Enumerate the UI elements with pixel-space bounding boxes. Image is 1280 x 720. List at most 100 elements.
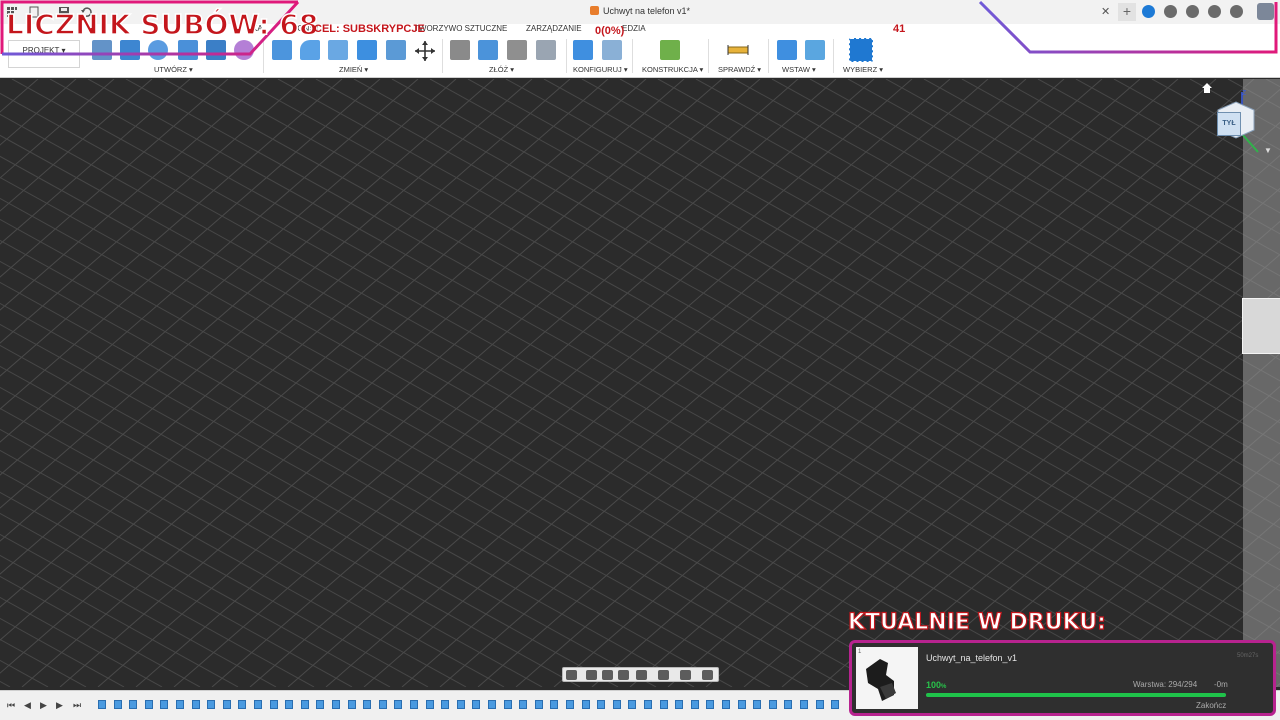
timeline-feature-icon[interactable] — [519, 700, 528, 709]
canvas-viewport[interactable] — [0, 79, 1280, 687]
timeline-feature-icon[interactable] — [597, 700, 606, 709]
timeline-feature-icon[interactable] — [347, 700, 356, 709]
chamfer-icon[interactable] — [328, 40, 348, 60]
form-tool-icon[interactable] — [234, 40, 254, 60]
timeline-feature-icon[interactable] — [285, 700, 294, 709]
viewports-icon[interactable] — [702, 670, 713, 680]
timeline-feature-icon[interactable] — [628, 700, 637, 709]
timeline-feature-icon[interactable] — [831, 700, 840, 709]
measure-icon[interactable] — [727, 44, 749, 56]
timeline-prev-icon[interactable]: ◀ — [24, 700, 31, 711]
timeline-feature-icon[interactable] — [144, 700, 153, 709]
extensions-icon[interactable] — [1142, 5, 1155, 18]
timeline-next-icon[interactable]: ▶ — [56, 700, 63, 711]
group-configure[interactable]: KONFIGURUJ ▾ — [573, 65, 628, 74]
viewcube-menu-icon[interactable]: ▼ — [1264, 146, 1272, 155]
shell-icon[interactable] — [357, 40, 377, 60]
workspace-switcher[interactable]: PROJEKT ▾ — [8, 40, 80, 68]
timeline-feature-icon[interactable] — [784, 700, 793, 709]
insert-image-icon[interactable] — [805, 40, 825, 60]
timeline-feature-icon[interactable] — [753, 700, 762, 709]
tab-tools[interactable]: EDZIA — [622, 24, 646, 33]
hole-tool-icon[interactable] — [178, 40, 198, 60]
orbit-icon[interactable] — [566, 670, 577, 680]
timeline-feature-icon[interactable] — [269, 700, 278, 709]
timeline-feature-icon[interactable] — [659, 700, 668, 709]
fit-icon[interactable] — [636, 670, 647, 680]
timeline-start-icon[interactable]: ⏮ — [7, 700, 15, 711]
timeline-feature-icon[interactable] — [722, 700, 730, 709]
timeline-feature-icon[interactable] — [706, 700, 715, 709]
extrude-tool-icon[interactable] — [120, 40, 140, 60]
job-status-icon[interactable] — [1186, 5, 1199, 18]
timeline-end-icon[interactable]: ⏭ — [73, 700, 81, 711]
timeline-feature-icon[interactable] — [176, 700, 184, 709]
timeline-feature-icon[interactable] — [254, 700, 262, 709]
offset-plane-icon[interactable] — [660, 40, 680, 60]
timeline-feature-icon[interactable] — [550, 700, 559, 709]
timeline-feature-icon[interactable] — [503, 700, 512, 709]
display-settings-icon[interactable] — [658, 670, 669, 680]
zoom-icon[interactable] — [618, 670, 629, 680]
close-tab-icon[interactable]: ✕ — [1101, 5, 1110, 18]
timeline-feature-icon[interactable] — [207, 700, 216, 709]
timeline-feature-icon[interactable] — [581, 700, 590, 709]
joint-origin-icon[interactable] — [536, 40, 556, 60]
move-icon[interactable] — [414, 40, 436, 62]
timeline-feature-icon[interactable] — [425, 700, 434, 709]
timeline-feature-icon[interactable] — [800, 700, 808, 709]
timeline-feature-icon[interactable] — [768, 700, 777, 709]
new-tab-button[interactable]: + — [1118, 3, 1136, 21]
sketch-tool-icon[interactable] — [92, 40, 112, 60]
press-pull-icon[interactable] — [272, 40, 292, 60]
timeline-feature-icon[interactable] — [394, 700, 403, 709]
new-component-icon[interactable] — [478, 40, 498, 60]
online-status-icon[interactable] — [1164, 5, 1177, 18]
fillet-icon[interactable] — [300, 40, 320, 60]
group-construct[interactable]: KONSTRUKCJA ▾ — [642, 65, 703, 74]
timeline-feature-icon[interactable] — [238, 700, 247, 709]
timeline-feature-icon[interactable] — [378, 700, 387, 709]
timeline-feature-icon[interactable] — [129, 700, 138, 709]
timeline-feature-icon[interactable] — [690, 700, 699, 709]
timeline-play-icon[interactable]: ▶ — [40, 700, 47, 711]
timeline-feature-icon[interactable] — [456, 700, 465, 709]
as-built-joint-icon[interactable] — [507, 40, 527, 60]
tab-plastic[interactable]: TWORZYWO SZTUCZNE — [414, 24, 507, 33]
revolve-tool-icon[interactable] — [148, 40, 168, 60]
timeline-feature-icon[interactable] — [316, 700, 325, 709]
timeline-feature-icon[interactable] — [612, 700, 621, 709]
help-icon[interactable] — [1230, 5, 1243, 18]
timeline-feature-icon[interactable] — [300, 700, 309, 709]
timeline-feature-icon[interactable] — [332, 700, 340, 709]
timeline-feature-icon[interactable] — [566, 700, 574, 709]
timeline-feature-icon[interactable] — [488, 700, 496, 709]
pan-icon[interactable] — [602, 670, 613, 680]
timeline-feature-icon[interactable] — [675, 700, 684, 709]
timeline-feature-icon[interactable] — [222, 700, 231, 709]
timeline-feature-icon[interactable] — [113, 700, 122, 709]
configure-table-icon[interactable] — [602, 40, 622, 60]
notifications-icon[interactable] — [1208, 5, 1221, 18]
tab-manage[interactable]: ZARZĄDZANIE — [526, 24, 582, 33]
group-assemble[interactable]: ZŁÓŻ ▾ — [489, 65, 514, 74]
timeline-feature-icon[interactable] — [191, 700, 200, 709]
insert-derive-icon[interactable] — [777, 40, 797, 60]
viewcube-face-back[interactable]: TYŁ — [1217, 112, 1241, 136]
group-create[interactable]: UTWÓRZ ▾ — [154, 65, 193, 74]
pattern-tool-icon[interactable] — [206, 40, 226, 60]
timeline-feature-icon[interactable] — [815, 700, 824, 709]
combine-icon[interactable] — [386, 40, 406, 60]
timeline-feature-icon[interactable] — [644, 700, 652, 709]
timeline-feature-icon[interactable] — [363, 700, 372, 709]
print-finish-button[interactable]: Zakończ — [1196, 701, 1226, 710]
model-body[interactable] — [1242, 298, 1280, 354]
timeline-feature-icon[interactable] — [441, 700, 450, 709]
look-at-icon[interactable] — [586, 670, 597, 680]
timeline-feature-icon[interactable] — [410, 700, 418, 709]
group-select[interactable]: WYBIERZ ▾ — [843, 65, 883, 74]
timeline-feature-icon[interactable] — [98, 700, 106, 709]
timeline-feature-icon[interactable] — [160, 700, 169, 709]
select-tool-icon[interactable] — [849, 38, 873, 62]
timeline-feature-icon[interactable] — [534, 700, 543, 709]
